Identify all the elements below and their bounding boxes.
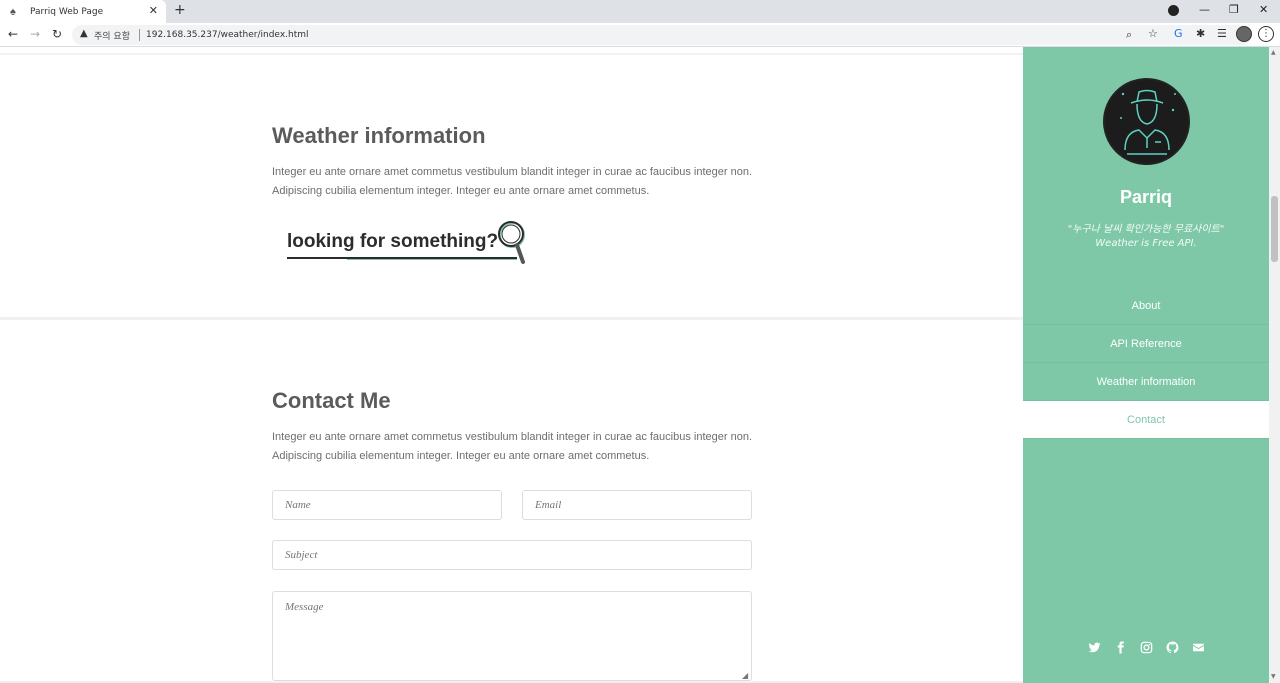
brand-name: Parriq: [1119, 187, 1173, 207]
magnifier-icon[interactable]: [496, 219, 528, 265]
reload-icon[interactable]: ↻: [52, 27, 62, 41]
scroll-up-icon[interactable]: ▲: [1271, 49, 1276, 56]
warning-icon[interactable]: ▲: [80, 28, 88, 39]
scrollbar-thumb[interactable]: [1271, 196, 1278, 262]
nav-item-weather-information[interactable]: Weather information: [1023, 363, 1269, 401]
detective-avatar-icon: [1120, 89, 1176, 155]
site-favicon-icon: ♠: [10, 5, 16, 18]
divider: [139, 29, 140, 41]
page-scrollbar[interactable]: ▲ ▼: [1269, 47, 1280, 683]
main-content: Weather information Integer eu ante orna…: [0, 47, 1023, 683]
social-links: [1023, 641, 1269, 654]
back-icon[interactable]: ←: [8, 27, 18, 41]
extensions-icon[interactable]: ✱: [1196, 27, 1205, 40]
sidebar-nav: About API Reference Weather information …: [1023, 287, 1269, 439]
nav-item-contact[interactable]: Contact: [1023, 401, 1269, 439]
email-input[interactable]: [522, 490, 752, 520]
forward-icon[interactable]: →: [30, 27, 40, 41]
browser-toolbar: ← → ↻ ▲ 주의 요함 192.168.35.237/weather/ind…: [0, 23, 1280, 47]
bookmark-star-icon[interactable]: ☆: [1148, 27, 1158, 40]
security-status[interactable]: 주의 요함: [94, 29, 130, 42]
divider: [0, 53, 1023, 55]
name-input[interactable]: [272, 490, 502, 520]
github-icon[interactable]: [1166, 641, 1179, 654]
tab-title: Parriq Web Page: [30, 6, 104, 17]
profile-avatar[interactable]: [1236, 26, 1252, 42]
nav-item-about[interactable]: About: [1023, 287, 1269, 325]
tab-search-icon[interactable]: [1168, 5, 1179, 16]
message-textarea[interactable]: [272, 591, 752, 681]
reading-list-icon[interactable]: ☰: [1217, 27, 1227, 40]
close-window-icon[interactable]: ✕: [1259, 3, 1268, 16]
restore-icon[interactable]: ❐: [1229, 3, 1239, 16]
envelope-icon[interactable]: [1192, 641, 1205, 654]
sidebar: Parriq "누구나 날씨 확인가능한 무료사이트" Weather is F…: [1023, 47, 1269, 683]
nav-item-api-reference[interactable]: API Reference: [1023, 325, 1269, 363]
scroll-down-icon[interactable]: ▼: [1271, 673, 1276, 680]
contact-heading: Contact Me: [272, 388, 391, 413]
section-divider: [0, 317, 1023, 320]
search-widget[interactable]: looking for something?: [287, 219, 527, 265]
weather-description: Integer eu ante ornare amet commetus ves…: [272, 166, 752, 197]
page-viewport: Weather information Integer eu ante orna…: [0, 47, 1280, 683]
facebook-icon[interactable]: [1114, 641, 1127, 654]
contact-description: Integer eu ante ornare amet commetus ves…: [272, 431, 752, 462]
search-underline-accent: [347, 259, 517, 260]
subject-input[interactable]: [272, 540, 752, 570]
resize-handle-icon[interactable]: ◢: [742, 671, 748, 680]
new-tab-button[interactable]: +: [174, 2, 186, 18]
tagline-korean: "누구나 날씨 확인가능한 무료사이트": [1067, 224, 1225, 235]
browser-tab[interactable]: ♠ Parriq Web Page ✕: [0, 0, 166, 23]
twitter-icon[interactable]: [1088, 641, 1101, 654]
close-tab-icon[interactable]: ✕: [149, 4, 158, 17]
browser-menu-icon[interactable]: ⋮: [1258, 26, 1274, 42]
url-text[interactable]: 192.168.35.237/weather/index.html: [146, 30, 309, 40]
minimize-icon[interactable]: —: [1199, 3, 1210, 16]
translate-icon[interactable]: G: [1174, 27, 1183, 40]
tagline-english: Weather is Free API.: [1095, 238, 1197, 249]
zoom-icon[interactable]: ⌕: [1126, 28, 1132, 42]
browser-tab-strip: ♠ Parriq Web Page ✕ + — ❐ ✕: [0, 0, 1280, 23]
weather-heading: Weather information: [272, 123, 486, 148]
avatar: [1103, 78, 1190, 165]
instagram-icon[interactable]: [1140, 641, 1153, 654]
address-bar[interactable]: ▲ 주의 요함 192.168.35.237/weather/index.htm…: [72, 25, 1252, 45]
search-prompt[interactable]: looking for something?: [287, 231, 498, 253]
